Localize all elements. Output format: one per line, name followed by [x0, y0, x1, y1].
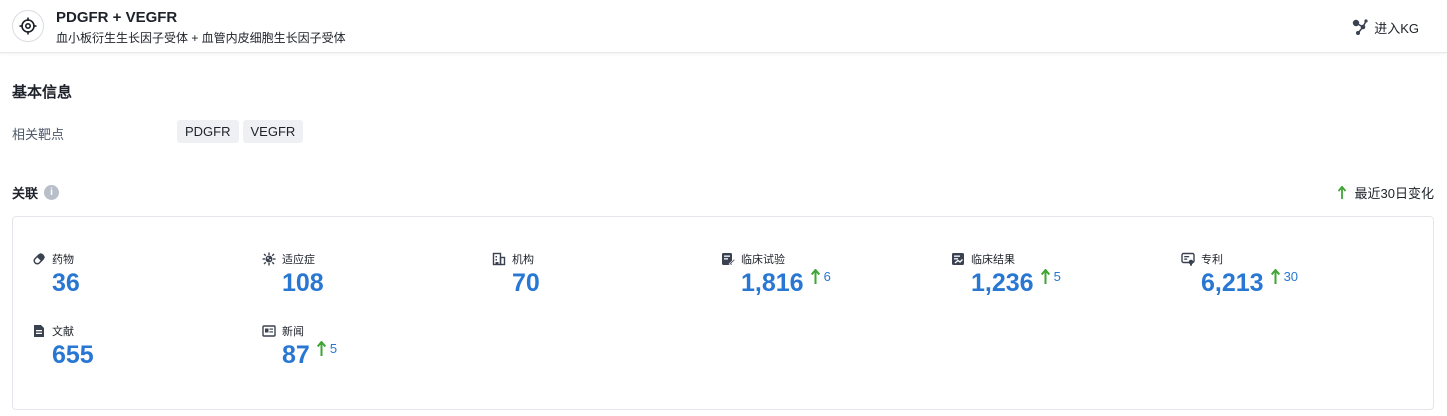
building-icon: [492, 252, 506, 266]
target-tag-pdgfr[interactable]: PDGFR: [177, 120, 239, 143]
stat-label: 临床结果: [971, 254, 1015, 266]
clinical-trial-icon: [722, 253, 735, 266]
stat-delta: 30: [1283, 269, 1299, 284]
stat-value: 87: [282, 341, 310, 369]
crosshair-target-icon: [12, 10, 44, 42]
header-bar: PDGFR + VEGFR 血小板衍生生长因子受体 + 血管内皮细胞生长因子受体…: [0, 0, 1447, 53]
up-arrow-icon: [810, 269, 820, 284]
stat-patents[interactable]: 专利 6,213 30: [1181, 252, 1298, 298]
recent-change-label: 最近30日变化: [1354, 186, 1434, 201]
stat-drugs[interactable]: 药物 36: [32, 252, 80, 298]
up-arrow-icon: [1270, 269, 1280, 284]
stat-label: 临床试验: [741, 254, 785, 266]
stat-news[interactable]: 新闻 87 5: [262, 324, 337, 370]
stat-value: 1,816: [741, 269, 804, 297]
patent-icon: [1181, 252, 1195, 266]
stat-delta: 6: [823, 269, 831, 284]
news-icon: [262, 325, 276, 337]
stat-delta: 5: [329, 341, 338, 356]
stat-label: 文献: [52, 326, 74, 338]
stat-value: 1,236: [971, 269, 1034, 297]
recent-change-legend: 最近30日变化: [1337, 183, 1434, 202]
stat-value: 70: [512, 269, 540, 297]
stat-label: 机构: [512, 254, 534, 266]
page-subtitle: 血小板衍生生长因子受体 + 血管内皮细胞生长因子受体: [56, 31, 346, 45]
stat-label: 适应症: [282, 254, 315, 266]
info-icon[interactable]: i: [44, 185, 60, 200]
stat-value: 36: [52, 269, 80, 297]
target-tag-vegfr[interactable]: VEGFR: [242, 120, 304, 143]
stat-clinical-trials[interactable]: 临床试验 1,816 6: [721, 252, 831, 298]
page-title: PDGFR + VEGFR: [56, 9, 178, 26]
stat-clinical-results[interactable]: 临床结果 1,236 5: [951, 252, 1061, 298]
up-arrow-icon: [1040, 269, 1050, 284]
enter-kg-label: 进入KG: [1374, 20, 1419, 36]
stat-label: 专利: [1201, 254, 1223, 266]
related-section-title: 关联 i: [12, 183, 60, 202]
basic-info-title: 基本信息: [12, 84, 73, 101]
up-arrow-icon: [316, 341, 326, 356]
stat-indications[interactable]: 适应症 108: [262, 252, 324, 298]
stat-value: 6,213: [1201, 269, 1264, 297]
stat-delta: 5: [1053, 269, 1061, 284]
graph-nodes-icon: [1353, 19, 1368, 35]
target-tag-list: PDGFR VEGFR: [177, 120, 304, 143]
related-stats-panel: 药物 36 适应症 108 机构 70 临床试验 1,816 6 临床结果 1,…: [12, 216, 1434, 410]
stat-literature[interactable]: 文献 655: [32, 324, 94, 370]
stat-value: 655: [52, 341, 94, 369]
enter-kg-button[interactable]: 进入KG: [1351, 16, 1419, 38]
pill-icon: [33, 252, 46, 265]
clinical-result-icon: [952, 253, 964, 265]
virus-icon: [262, 252, 276, 266]
related-targets-label: 相关靶点: [12, 127, 65, 142]
stat-label: 药物: [52, 254, 74, 266]
document-icon: [34, 325, 44, 337]
up-arrow-icon: [1337, 186, 1346, 199]
stat-organizations[interactable]: 机构 70: [492, 252, 540, 298]
stat-value: 108: [282, 269, 324, 297]
stat-label: 新闻: [282, 326, 304, 338]
related-title-label: 关联: [12, 186, 39, 201]
